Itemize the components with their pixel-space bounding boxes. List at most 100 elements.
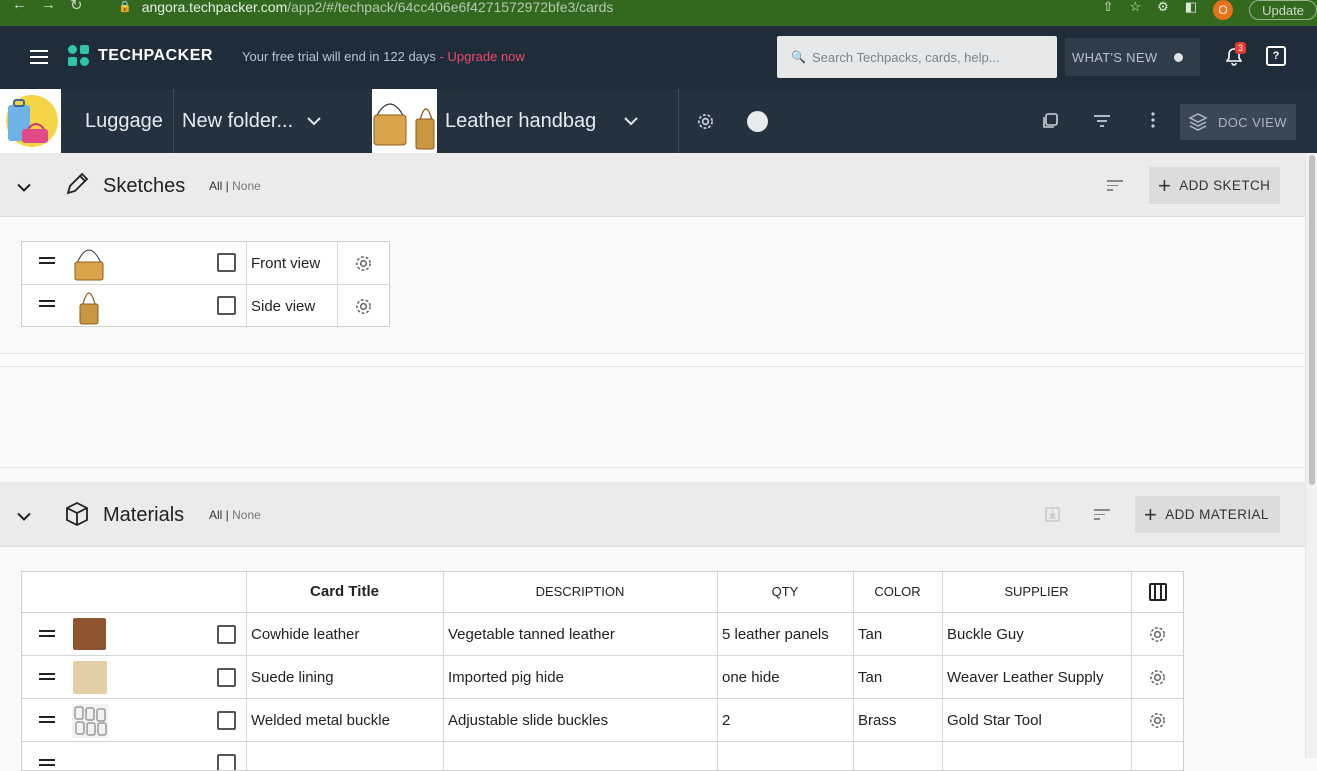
column-header-description[interactable]: DESCRIPTION (443, 584, 717, 599)
select-none-link[interactable]: None (232, 179, 261, 193)
more-vertical-icon[interactable] (1151, 112, 1155, 128)
materials-table: Card Title DESCRIPTION QTY COLOR SUPPLIE… (21, 571, 1184, 771)
breadcrumb-product[interactable]: Leather handbag (445, 89, 638, 153)
table-row[interactable]: Suede lining Imported pig hide one hide … (22, 656, 1183, 699)
row-checkbox[interactable] (217, 296, 236, 315)
sketches-section-header: Sketches All | None + ADD SKETCH (0, 153, 1305, 217)
sketch-label: Front view (251, 255, 321, 272)
logo[interactable]: TECHPACKER (68, 45, 213, 67)
drag-handle-icon[interactable] (39, 759, 55, 769)
plus-icon: + (1144, 501, 1158, 527)
divider (337, 285, 338, 328)
material-title: Suede lining (251, 669, 334, 686)
upgrade-link[interactable]: - Upgrade now (436, 49, 525, 64)
divider (246, 285, 247, 328)
material-supplier: Gold Star Tool (947, 712, 1042, 729)
browser-actions: ⇧ ☆ ⚙ ◧ O Update (1103, 0, 1317, 20)
page-scrollbar[interactable] (1305, 153, 1317, 758)
select-filter: All | None (209, 179, 261, 193)
row-checkbox[interactable] (217, 253, 236, 272)
drag-handle-icon[interactable] (39, 630, 55, 640)
back-icon[interactable]: ← (12, 0, 27, 14)
plus-icon: + (1158, 172, 1172, 198)
whats-new-dot (1174, 52, 1184, 62)
columns-icon[interactable] (1149, 583, 1167, 601)
star-icon[interactable]: ☆ (1129, 0, 1141, 15)
menu-icon[interactable] (30, 50, 48, 64)
search-input[interactable]: 🔍 Search Techpacks, cards, help... (777, 36, 1057, 78)
luggage-thumbnail[interactable] (0, 89, 61, 153)
settings-gear-icon[interactable] (696, 112, 715, 131)
share-icon[interactable]: ⇧ (1103, 0, 1114, 15)
trial-text: Your free trial will end in 122 days (242, 49, 436, 64)
sort-icon[interactable] (1107, 180, 1123, 192)
materials-section-header: Materials All | None + ADD MATERIAL (0, 482, 1305, 547)
section-title: Materials (103, 504, 185, 526)
gear-icon[interactable] (1148, 711, 1167, 730)
download-icon[interactable] (1045, 507, 1060, 522)
sketch-row[interactable]: Side view (22, 285, 389, 328)
row-checkbox[interactable] (217, 754, 236, 770)
row-checkbox[interactable] (217, 625, 236, 644)
select-all-link[interactable]: All | (209, 508, 229, 522)
chevron-down-icon (624, 116, 638, 125)
filter-icon[interactable] (1094, 115, 1110, 127)
breadcrumb-category[interactable]: Luggage (85, 89, 163, 153)
forward-icon[interactable]: → (41, 0, 56, 14)
trial-notice: Your free trial will end in 122 days - U… (242, 49, 525, 64)
reload-icon[interactable]: ↻ (70, 0, 83, 14)
scrollbar-thumb[interactable] (1309, 155, 1315, 485)
copy-icon[interactable] (1041, 112, 1059, 130)
drag-handle-icon[interactable] (39, 673, 55, 683)
help-icon: ? (1272, 50, 1280, 62)
doc-view-button[interactable]: DOC VIEW (1180, 104, 1296, 140)
sort-icon[interactable] (1094, 509, 1110, 521)
notification-badge: 3 (1235, 42, 1247, 54)
whats-new-button[interactable]: WHAT'S NEW (1065, 38, 1200, 76)
drag-handle-icon[interactable] (39, 257, 55, 267)
gear-icon[interactable] (1148, 625, 1167, 644)
profile-avatar[interactable]: O (1213, 0, 1234, 20)
column-header-qty[interactable]: QTY (717, 584, 853, 599)
extensions-icon[interactable]: ⚙ (1157, 0, 1169, 15)
table-row[interactable]: Cowhide leather Vegetable tanned leather… (22, 613, 1183, 656)
sketch-row[interactable]: Front view (22, 242, 389, 285)
gear-icon[interactable] (354, 297, 373, 316)
table-row[interactable]: Welded metal buckle Adjustable slide buc… (22, 699, 1183, 742)
breadcrumb-folder[interactable]: New folder... (182, 89, 321, 153)
column-header-color[interactable]: COLOR (853, 584, 942, 599)
breadcrumb-folder-label: New folder... (182, 109, 294, 132)
row-checkbox[interactable] (217, 668, 236, 687)
sketches-table: Front view Side view (21, 241, 390, 328)
column-header-title[interactable]: Card Title (246, 583, 443, 600)
drag-handle-icon[interactable] (39, 300, 55, 310)
status-circle-icon[interactable] (747, 111, 768, 132)
material-thumbnail (73, 618, 106, 650)
help-button[interactable]: ? (1266, 46, 1286, 66)
gear-icon[interactable] (354, 254, 373, 273)
gear-icon[interactable] (1148, 668, 1167, 687)
collapse-chevron-icon[interactable] (17, 181, 31, 195)
handbag-thumbnail[interactable] (372, 89, 437, 153)
select-all-link[interactable]: All | (209, 179, 229, 193)
search-placeholder: Search Techpacks, cards, help... (811, 49, 1000, 65)
sketch-label: Side view (251, 298, 316, 315)
doc-view-label: DOC VIEW (1218, 114, 1287, 130)
material-description: Imported pig hide (448, 669, 564, 686)
add-material-button[interactable]: + ADD MATERIAL (1135, 496, 1280, 533)
notifications-button[interactable]: 3 (1225, 42, 1247, 66)
url-host: angora.techpacker.com (141, 0, 288, 15)
drag-handle-icon[interactable] (39, 716, 55, 726)
collapse-chevron-icon[interactable] (17, 510, 31, 524)
select-none-link[interactable]: None (232, 508, 261, 522)
divider (0, 467, 1305, 468)
table-row[interactable] (22, 742, 1183, 770)
add-sketch-button[interactable]: + ADD SKETCH (1149, 167, 1280, 204)
row-checkbox[interactable] (217, 711, 236, 730)
sidebar-icon[interactable]: ◧ (1185, 0, 1197, 15)
column-header-supplier[interactable]: SUPPLIER (942, 584, 1131, 599)
update-button[interactable]: Update (1249, 0, 1317, 20)
logo-text: TECHPACKER (98, 47, 213, 64)
address-bar[interactable]: 🔒 angora.techpacker.com/app2/#/techpack/… (118, 0, 613, 14)
lock-icon: 🔒 (118, 1, 132, 13)
